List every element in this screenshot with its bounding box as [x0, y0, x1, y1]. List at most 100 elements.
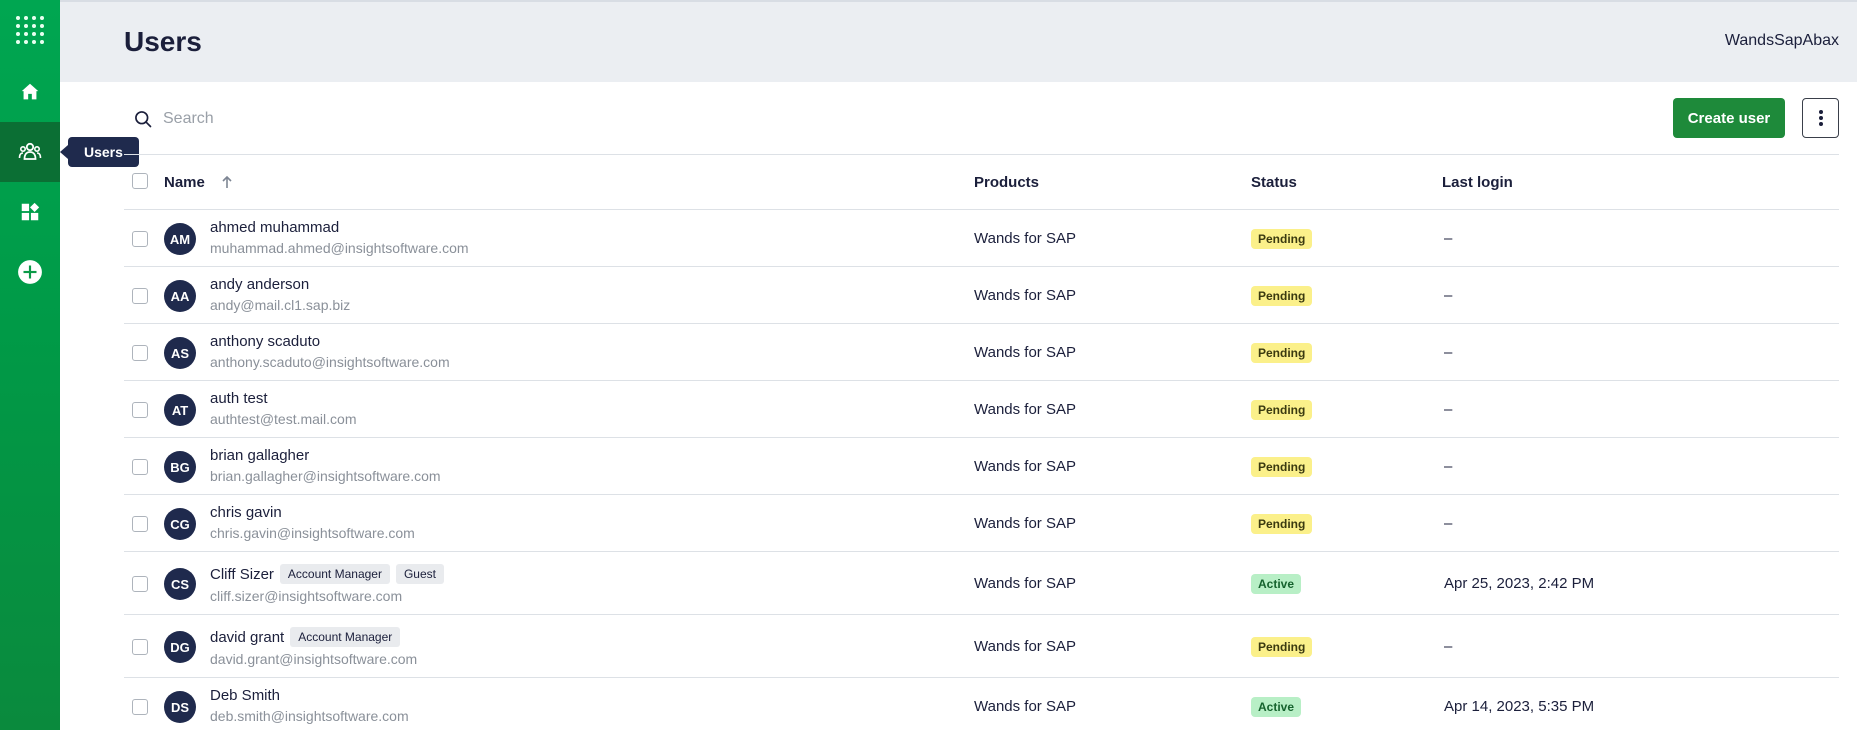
org-name[interactable]: WandsSapAbax [1725, 32, 1839, 50]
row-checkbox[interactable] [132, 639, 148, 655]
user-email: andy@mail.cl1.sap.biz [210, 297, 351, 313]
user-name[interactable]: brian gallagher [210, 447, 309, 464]
product-name: Wands for SAP [974, 401, 1076, 418]
user-name-line: anthony scaduto [210, 333, 320, 350]
last-login: – [1444, 458, 1453, 475]
last-login: – [1444, 230, 1453, 247]
role-badge: Account Manager [290, 627, 401, 647]
avatar: AA [164, 280, 196, 312]
column-header-status[interactable]: Status [1251, 174, 1297, 191]
product-name: Wands for SAP [974, 575, 1076, 592]
users-icon [18, 142, 42, 160]
sidebar [0, 0, 60, 730]
table-row[interactable]: AA andy anderson andy@mail.cl1.sap.biz Wand… [124, 267, 1839, 324]
user-email: authtest@test.mail.com [210, 411, 357, 427]
search-input[interactable] [163, 110, 763, 128]
role-badge: Guest [395, 564, 444, 584]
more-vertical-icon [1818, 110, 1823, 126]
user-name-line: Deb Smith [210, 687, 280, 704]
row-checkbox[interactable] [132, 699, 148, 715]
status-badge: Pending [1251, 514, 1313, 534]
avatar: AM [164, 223, 196, 255]
product-name: Wands for SAP [974, 698, 1076, 715]
column-header-products[interactable]: Products [974, 174, 1039, 191]
select-all-checkbox[interactable] [132, 173, 148, 189]
table-row[interactable]: AS anthony scaduto anthony.scaduto@insight… [124, 324, 1839, 381]
page-title: Users [124, 26, 202, 57]
status-badge: Pending [1251, 400, 1313, 420]
row-checkbox[interactable] [132, 288, 148, 304]
user-name[interactable]: Deb Smith [210, 687, 280, 704]
product-name: Wands for SAP [974, 638, 1076, 655]
table-row[interactable]: CS Cliff Sizer Account Manager Guest cliff.s… [124, 552, 1839, 615]
user-name[interactable]: david grant [210, 629, 284, 646]
product-name: Wands for SAP [974, 230, 1076, 247]
product-name: Wands for SAP [974, 515, 1076, 532]
sidebar-item-home[interactable] [0, 62, 60, 122]
status-badge: Active [1251, 697, 1302, 717]
search-bar [133, 104, 833, 134]
table-row[interactable]: AM ahmed muhammad muhammad.ahmed@insightso… [124, 210, 1839, 267]
table-row[interactable]: CG chris gavin chris.gavin@insightsoftware… [124, 495, 1839, 552]
role-badge: Account Manager [279, 564, 390, 584]
page-header: Users WandsSapAbax [60, 0, 1857, 82]
table-row[interactable]: DG david grant Account Manager david.grant@… [124, 615, 1839, 678]
user-name[interactable]: andy anderson [210, 276, 309, 293]
status-badge: Pending [1251, 286, 1313, 306]
apps-grid-icon [16, 16, 44, 44]
search-icon [135, 111, 152, 128]
table-row[interactable]: AT auth test authtest@test.mail.com Wands f… [124, 381, 1839, 438]
avatar: BG [164, 451, 196, 483]
user-name-line: ahmed muhammad [210, 219, 339, 236]
product-name: Wands for SAP [974, 344, 1076, 361]
product-name: Wands for SAP [974, 287, 1076, 304]
widgets-icon [21, 202, 40, 221]
avatar: DS [164, 691, 196, 723]
more-options-button[interactable] [1802, 98, 1839, 138]
column-header-name[interactable]: Name [164, 174, 233, 191]
user-email: anthony.scaduto@insightsoftware.com [210, 354, 450, 370]
row-checkbox[interactable] [132, 345, 148, 361]
user-name[interactable]: Cliff Sizer [210, 566, 274, 583]
user-name[interactable]: auth test [210, 390, 268, 407]
user-name[interactable]: ahmed muhammad [210, 219, 339, 236]
row-checkbox[interactable] [132, 459, 148, 475]
row-checkbox[interactable] [132, 402, 148, 418]
status-badge: Pending [1251, 457, 1313, 477]
table-header: Name Products Status Last login [124, 155, 1839, 210]
last-login: – [1444, 515, 1453, 532]
user-email: deb.smith@insightsoftware.com [210, 708, 409, 724]
last-login: Apr 14, 2023, 5:35 PM [1444, 698, 1595, 715]
last-login: – [1444, 638, 1453, 655]
table-row[interactable]: BG brian gallagher brian.gallagher@insight… [124, 438, 1839, 495]
row-checkbox[interactable] [132, 576, 148, 592]
table-body: AM ahmed muhammad muhammad.ahmed@insightso… [124, 210, 1839, 730]
apps-grid-button[interactable] [0, 0, 60, 60]
last-login: – [1444, 344, 1453, 361]
status-badge: Pending [1251, 229, 1313, 249]
user-email: muhammad.ahmed@insightsoftware.com [210, 240, 469, 256]
user-name-line: david grant Account Manager [210, 627, 401, 647]
last-login: – [1444, 287, 1453, 304]
avatar: DG [164, 631, 196, 663]
user-name-line: auth test [210, 390, 268, 407]
sidebar-item-add[interactable] [0, 242, 60, 302]
row-checkbox[interactable] [132, 231, 148, 247]
status-badge: Pending [1251, 637, 1313, 657]
sidebar-item-users[interactable] [0, 122, 60, 182]
user-name[interactable]: anthony scaduto [210, 333, 320, 350]
create-user-button[interactable]: Create user [1673, 98, 1785, 138]
arrow-up-icon [222, 175, 232, 188]
row-checkbox[interactable] [132, 516, 148, 532]
avatar: AT [164, 394, 196, 426]
last-login: – [1444, 401, 1453, 418]
column-header-last-login[interactable]: Last login [1442, 174, 1513, 191]
status-badge: Active [1251, 574, 1302, 594]
user-name-line: chris gavin [210, 504, 282, 521]
table-row[interactable]: DS Deb Smith deb.smith@insightsoftware.com… [124, 678, 1839, 730]
user-name[interactable]: chris gavin [210, 504, 282, 521]
user-name-line: Cliff Sizer Account Manager Guest [210, 564, 444, 584]
sidebar-item-widgets[interactable] [0, 182, 60, 242]
user-name-line: andy anderson [210, 276, 309, 293]
home-icon [21, 83, 39, 100]
